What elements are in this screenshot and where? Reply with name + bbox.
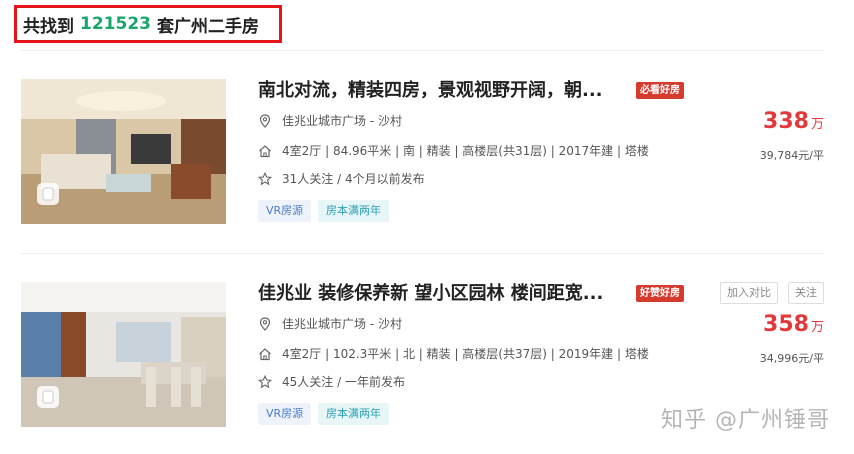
location-pin-icon [258,316,272,331]
unit-price: 34,996元/平 [759,352,824,365]
listing-title[interactable]: 佳兆业 装修保养新 望小区园林 楼间距宽... [258,282,603,306]
results-suffix: 套广州二手房 [156,16,259,37]
vr-chip: VR房源 [258,403,312,425]
community-name[interactable]: 佳兆业城市广场 - 沙村 [282,112,402,129]
divider [20,253,824,254]
divider [20,50,824,51]
deed-two-years-chip: 房本满两年 [318,200,389,222]
must-see-tag: 必看好房 [636,82,684,99]
price-unit: 万 [810,117,824,132]
listing-title[interactable]: 南北对流，精装四房，景观视野开阔，朝... [258,79,603,103]
price-value: 358 [763,312,809,337]
watermark: 知乎 @广州锤哥 [661,408,830,433]
deed-two-years-chip: 房本满两年 [318,403,389,425]
follow-button[interactable]: 关注 [788,282,824,304]
follow-info: 31人关注 / 4个月以前发布 [282,172,425,186]
recommended-tag: 好赞好房 [636,285,684,302]
community-row: 佳兆业城市广场 - 沙村 [258,315,402,332]
unit-price: 39,784元/平 [759,149,824,162]
listing-item[interactable]: 南北对流，精装四房，景观视野开阔，朝... 必看好房 佳兆业城市广场 - 沙村 … [0,79,854,249]
vr-chip: VR房源 [258,200,312,222]
star-icon [258,171,272,186]
house-info-row: 4室2厅 | 84.96平米 | 南 | 精装 | 高楼层(共31层) | 20… [258,142,649,159]
feature-chips: VR房源 房本满两年 [258,200,558,222]
location-pin-icon [258,113,272,128]
price-value: 338 [763,109,809,134]
follow-info-row: 45人关注 / 一年前发布 [258,373,405,390]
price-unit: 万 [810,320,824,335]
follow-info-row: 31人关注 / 4个月以前发布 [258,170,425,187]
house-info-row: 4室2厅 | 102.3平米 | 北 | 精装 | 高楼层(共37层) | 20… [258,345,649,362]
total-price: 338 万 [763,109,824,134]
community-row: 佳兆业城市广场 - 沙村 [258,112,402,129]
listing-photo[interactable] [21,282,226,427]
community-name[interactable]: 佳兆业城市广场 - 沙村 [282,315,402,332]
vr-badge-icon [37,183,59,205]
house-details: 4室2厅 | 84.96平米 | 南 | 精装 | 高楼层(共31层) | 20… [282,144,649,158]
house-details: 4室2厅 | 102.3平米 | 北 | 精装 | 高楼层(共37层) | 20… [282,347,649,361]
add-compare-button[interactable]: 加入对比 [720,282,778,304]
results-count-header: 共找到 121523 套广州二手房 [14,5,282,43]
results-count: 121523 [80,14,151,34]
follow-info: 45人关注 / 一年前发布 [282,375,405,389]
house-icon [258,144,272,158]
results-prefix: 共找到 [23,16,74,37]
vr-badge-icon [37,386,59,408]
listing-photo[interactable] [21,79,226,224]
star-icon [258,374,272,389]
feature-chips: VR房源 房本满两年 [258,403,558,425]
house-icon [258,347,272,361]
total-price: 358 万 [763,312,824,337]
